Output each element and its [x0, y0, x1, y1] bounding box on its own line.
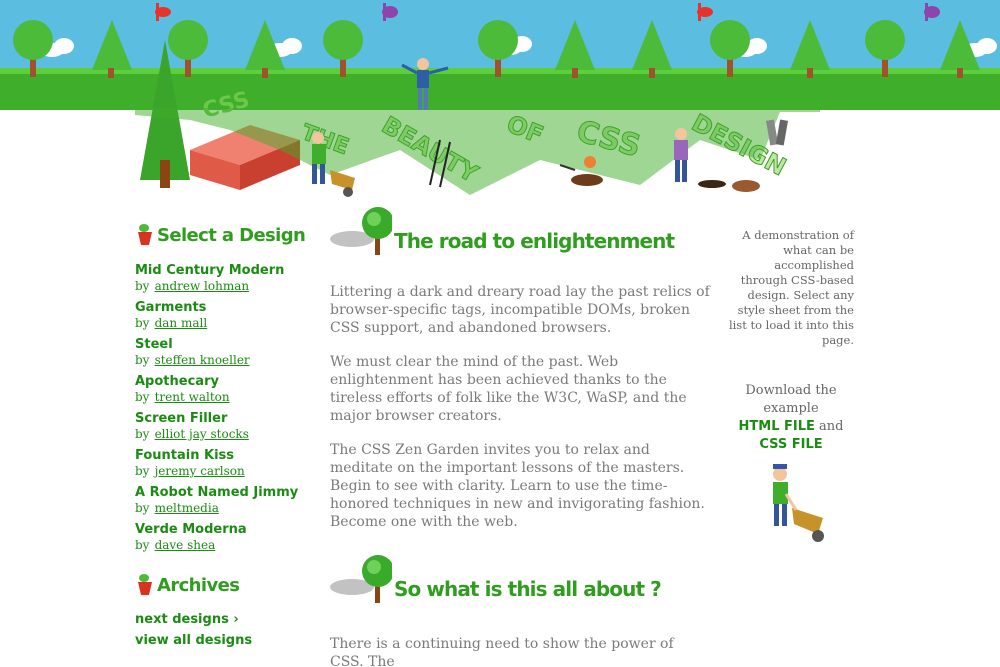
design-link[interactable]: Garments	[135, 301, 315, 315]
design-by-label: by	[135, 501, 150, 515]
design-selection-sidebar: Select a Design Mid Century Modern by an…	[135, 220, 315, 654]
design-by-label: by	[135, 316, 150, 330]
archive-links: next designs › view all designs	[135, 612, 315, 648]
design-by-label: by	[135, 279, 150, 293]
design-link[interactable]: Mid Century Modern	[135, 264, 315, 278]
paragraph: There is a continuing need to show the p…	[330, 636, 674, 667]
garden-scene-illustration: CSS THE BEAUTY OF CSS DESIGN	[0, 0, 1000, 197]
gardener-wheelbarrow-illustration	[773, 464, 824, 542]
list-item: Steel by steffen knoeller	[135, 338, 315, 368]
author-link[interactable]: dan mall	[155, 316, 208, 330]
archives-title: Archives	[157, 574, 240, 596]
design-link[interactable]: Screen Filler	[135, 412, 315, 426]
list-item: Apothecary by trent walton	[135, 375, 315, 405]
paragraph: Littering a dark and dreary road lay the…	[330, 284, 710, 336]
list-item: Garments by dan mall	[135, 301, 315, 331]
author-link[interactable]: elliot jay stocks	[155, 427, 249, 441]
tree-icon	[330, 207, 392, 255]
design-by-label: by	[135, 390, 150, 404]
design-link[interactable]: Fountain Kiss	[135, 449, 315, 463]
section-heading: So what is this all about ?	[330, 553, 710, 605]
next-designs-link[interactable]: next designs ›	[135, 612, 315, 627]
design-by-label: by	[135, 427, 150, 441]
design-link[interactable]: Apothecary	[135, 375, 315, 389]
intro-column: A demonstration of what can be accomplis…	[728, 228, 854, 564]
tree-icon	[330, 555, 392, 603]
intro-text: A demonstration of what can be accomplis…	[728, 228, 854, 347]
author-link[interactable]: meltmedia	[155, 501, 219, 515]
author-link[interactable]: trent walton	[155, 390, 230, 404]
design-link[interactable]: A Robot Named Jimmy	[135, 486, 315, 500]
design-by-label: by	[135, 538, 150, 552]
design-by-label: by	[135, 353, 150, 367]
paragraph: We must clear the mind of the past. Web …	[330, 354, 687, 424]
select-design-title: Select a Design	[157, 224, 306, 246]
list-item: A Robot Named Jimmy by meltmedia	[135, 486, 315, 516]
download-text: Download the example	[745, 383, 837, 416]
author-link[interactable]: andrew lohman	[155, 279, 250, 293]
design-link[interactable]: Verde Moderna	[135, 523, 315, 537]
css-file-link[interactable]: CSS FILE	[759, 437, 822, 452]
paragraph: The CSS Zen Garden invites you to relax …	[330, 442, 705, 530]
list-item: Screen Filler by elliot jay stocks	[135, 412, 315, 442]
main-content: The road to enlightenment Littering a da…	[330, 205, 710, 667]
author-link[interactable]: dave shea	[155, 538, 216, 552]
list-item: Mid Century Modern by andrew lohman	[135, 264, 315, 294]
list-item: Fountain Kiss by jeremy carlson	[135, 449, 315, 479]
html-file-link[interactable]: HTML FILE	[739, 419, 815, 434]
section-heading: The road to enlightenment	[330, 205, 710, 257]
select-design-heading: Select a Design	[135, 220, 315, 250]
author-link[interactable]: jeremy carlson	[155, 464, 245, 478]
flower-pot-icon	[138, 574, 152, 595]
view-all-designs-link[interactable]: view all designs	[135, 633, 315, 648]
design-list: Mid Century Modern by andrew lohman Garm…	[135, 264, 315, 553]
author-link[interactable]: steffen knoeller	[155, 353, 250, 367]
section-title: The road to enlightenment	[394, 229, 675, 253]
design-link[interactable]: Steel	[135, 338, 315, 352]
and-text: and	[819, 419, 844, 434]
archives-heading: Archives	[135, 570, 315, 600]
download-box: Download the example HTML FILE and CSS F…	[728, 382, 854, 454]
header-banner: CSS THE BEAUTY OF CSS DESIGN	[0, 0, 1000, 205]
flower-pot-icon	[138, 224, 152, 245]
section-title: So what is this all about ?	[394, 577, 662, 601]
list-item: Verde Moderna by dave shea	[135, 523, 315, 553]
design-by-label: by	[135, 464, 150, 478]
